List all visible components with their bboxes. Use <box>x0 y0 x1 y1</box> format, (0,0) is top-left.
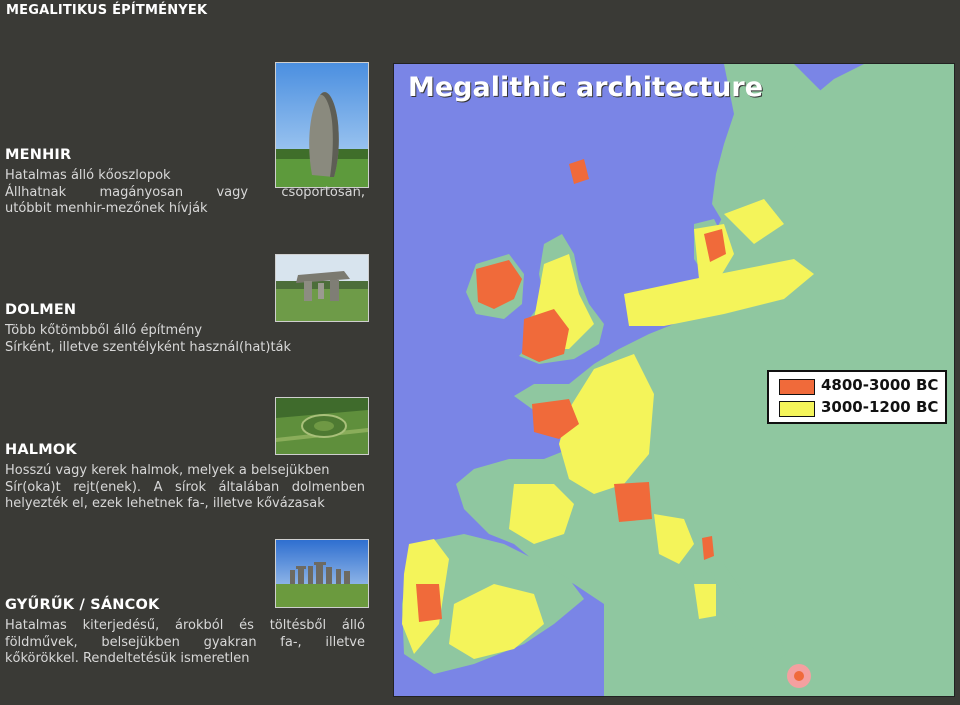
section-heading: GYŰRŰK / SÁNCOK <box>5 597 160 613</box>
legend-entry-late: 3000-1200 BC <box>775 398 941 418</box>
section-line: utóbbit menhir-mezőnek hívják <box>5 201 208 216</box>
map-title: Megalithic architecture <box>408 72 764 103</box>
section-heading: HALMOK <box>5 442 77 458</box>
section-line: Hosszú vagy kerek halmok, melyek a belse… <box>5 463 330 478</box>
section-halmok: HALMOK Hosszú vagy kerek halmok, melyek … <box>5 442 365 513</box>
megalith-map: Megalithic architecture 4800-3000 BC 300… <box>393 63 955 697</box>
section-line: kőkörökkel. Rendeltetésük ismeretlen <box>5 651 250 666</box>
legend-swatch <box>779 379 815 395</box>
section-line: Több kőtömbből álló építmény <box>5 323 203 338</box>
legend-swatch <box>779 401 815 417</box>
legend-entry-early: 4800-3000 BC <box>775 376 941 396</box>
legend-label: 3000-1200 BC <box>821 398 939 416</box>
page-title: MEGALITIKUS ÉPÍTMÉNYEK <box>6 3 208 18</box>
section-line: Hatalmas kiterjedésű, árokból és töltésb… <box>5 618 365 633</box>
section-line: Sírként, illetve szentélyként használ(ha… <box>5 339 292 355</box>
legend-label: 4800-3000 BC <box>821 376 939 394</box>
section-line: Hatalmas álló kőoszlopok <box>5 168 171 183</box>
section-heading: DOLMEN <box>5 302 77 318</box>
section-line: földművek, belsejükben gyakran fa-, ille… <box>5 634 365 650</box>
section-line: helyezték el, ezek lehetnek fa-, illetve… <box>5 496 325 511</box>
section-line: Sír(oka)t rejt(enek). A sírok általában … <box>5 479 365 495</box>
section-gyuruk: GYŰRŰK / SÁNCOK Hatalmas kiterjedésű, ár… <box>5 597 365 668</box>
section-heading: MENHIR <box>5 147 72 163</box>
map-legend: 4800-3000 BC 3000-1200 BC <box>767 370 947 424</box>
section-dolmen: DOLMEN Több kőtömbből álló építmény Sírk… <box>5 302 365 356</box>
section-menhir: MENHIR Hatalmas álló kőoszlopok Állhatna… <box>5 147 365 218</box>
section-line: Állhatnak magányosan vagy csoportosan, <box>5 184 365 200</box>
